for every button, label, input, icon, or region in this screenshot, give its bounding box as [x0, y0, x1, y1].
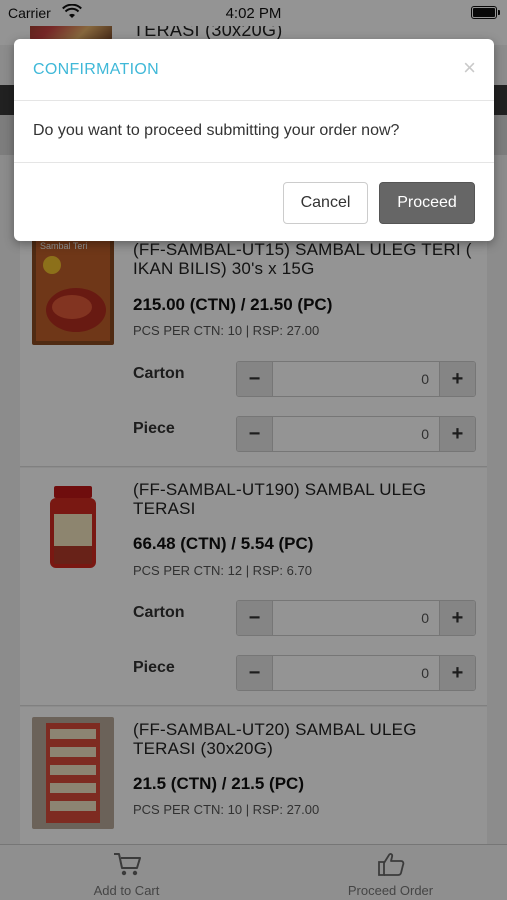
dialog-title: CONFIRMATION: [33, 61, 159, 78]
cancel-button[interactable]: Cancel: [283, 182, 368, 224]
dialog-footer: Cancel Proceed: [14, 163, 494, 241]
confirmation-dialog: CONFIRMATION × Do you want to proceed su…: [14, 39, 494, 241]
close-icon[interactable]: ×: [463, 57, 476, 79]
dialog-body: Do you want to proceed submitting your o…: [14, 101, 494, 163]
proceed-button[interactable]: Proceed: [379, 182, 475, 224]
dialog-message: Do you want to proceed submitting your o…: [33, 122, 400, 139]
dialog-header: CONFIRMATION ×: [14, 39, 494, 101]
